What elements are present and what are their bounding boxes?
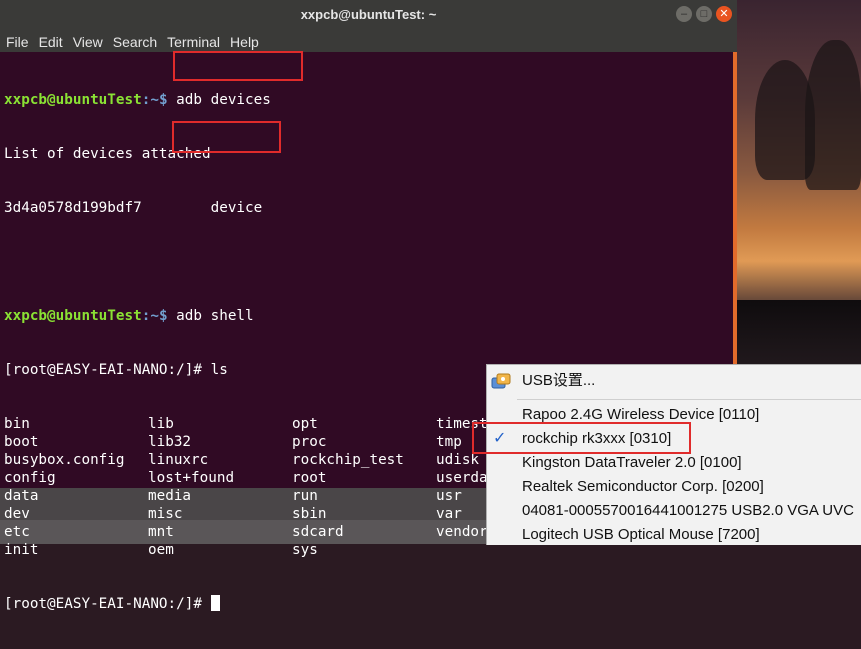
usb-device-item[interactable]: Realtek Semiconductor Corp. [0200] — [487, 475, 861, 499]
usb-settings-label: USB设置... — [522, 372, 596, 389]
menu-help[interactable]: Help — [226, 32, 263, 52]
device-state: device — [210, 200, 263, 216]
ls-entry: lost+found — [148, 470, 235, 486]
usb-device-menu: USB设置... Rapoo 2.4G Wireless Device [011… — [486, 364, 861, 545]
text-cursor — [210, 595, 220, 611]
usb-device-label: Realtek Semiconductor Corp. [0200] — [522, 478, 764, 495]
output-line: List of devices attached — [4, 146, 211, 162]
device-line: 3d4a0578d199bdf7 device — [4, 199, 729, 217]
wallpaper-tree — [805, 40, 861, 190]
ls-entry: rockchip_test — [292, 452, 404, 468]
shell-prompt: [root@EASY-EAI-NANO:/]# — [4, 596, 202, 612]
usb-settings-item[interactable]: USB设置... — [487, 369, 861, 393]
usb-device-label: Logitech USB Optical Mouse [7200] — [522, 526, 760, 543]
prompt-path: :~$ — [141, 308, 168, 324]
title-bar[interactable]: xxpcb@ubuntuTest: ~ – □ ✕ — [0, 0, 737, 32]
ls-entry: media — [148, 488, 192, 504]
menu-edit[interactable]: Edit — [35, 32, 67, 52]
usb-device-item[interactable]: 04081-0005570016441001275 USB2.0 VGA UVC — [487, 499, 861, 523]
menu-bar: File Edit View Search Terminal Help — [0, 32, 737, 52]
prompt-path: :~$ — [141, 92, 168, 108]
maximize-button[interactable]: □ — [696, 6, 712, 22]
command-text: ls — [210, 362, 228, 378]
ls-entry: mnt — [148, 524, 174, 540]
ls-entry: root — [292, 470, 327, 486]
shell-line: [root@EASY-EAI-NANO:/]# — [4, 595, 729, 613]
highlight-box — [172, 121, 281, 153]
ls-entry: config — [4, 470, 56, 486]
close-button[interactable]: ✕ — [716, 6, 732, 22]
ls-entry: linuxrc — [148, 452, 209, 468]
highlight-box — [472, 422, 691, 454]
ls-entry: boot — [4, 434, 39, 450]
menu-file[interactable]: File — [2, 32, 33, 52]
prompt-line: xxpcb@ubuntuTest:~$ adb shell — [4, 307, 729, 325]
command-text: adb devices — [176, 92, 271, 108]
prompt-user: xxpcb@ubuntuTest — [4, 92, 142, 108]
ls-entry: run — [292, 488, 318, 504]
shell-prompt: [root@EASY-EAI-NANO:/]# — [4, 362, 202, 378]
highlight-box — [173, 51, 303, 81]
usb-device-label: Kingston DataTraveler 2.0 [0100] — [522, 454, 742, 471]
ls-entry: dev — [4, 506, 30, 522]
ls-entry: lib32 — [148, 434, 192, 450]
ls-entry: proc — [292, 434, 327, 450]
ls-entry: sdcard — [292, 524, 344, 540]
command-text: adb shell — [176, 308, 254, 324]
prompt-line: xxpcb@ubuntuTest:~$ adb devices — [4, 91, 729, 109]
ls-entry: data — [4, 488, 39, 504]
ls-entry: busybox.config — [4, 452, 125, 468]
window-title: xxpcb@ubuntuTest: ~ — [300, 7, 437, 22]
prompt-user: xxpcb@ubuntuTest — [4, 308, 142, 324]
usb-device-item[interactable]: Logitech USB Optical Mouse [7200] — [487, 523, 861, 547]
ls-entry: bin — [4, 416, 30, 432]
minimize-button[interactable]: – — [676, 6, 692, 22]
usb-settings-icon — [491, 373, 511, 389]
ls-entry: misc — [148, 506, 183, 522]
menu-separator — [517, 399, 861, 400]
menu-terminal[interactable]: Terminal — [163, 32, 224, 52]
ls-entry: opt — [292, 416, 318, 432]
ls-entry: sbin — [292, 506, 327, 522]
menu-view[interactable]: View — [69, 32, 107, 52]
ls-entry: etc — [4, 524, 30, 540]
usb-device-item[interactable]: Kingston DataTraveler 2.0 [0100] — [487, 451, 861, 475]
usb-device-label: 04081-0005570016441001275 USB2.0 VGA UVC — [522, 502, 854, 519]
menu-search[interactable]: Search — [109, 32, 161, 52]
ls-entry: lib — [148, 416, 174, 432]
device-serial: 3d4a0578d199bdf7 — [4, 200, 142, 216]
